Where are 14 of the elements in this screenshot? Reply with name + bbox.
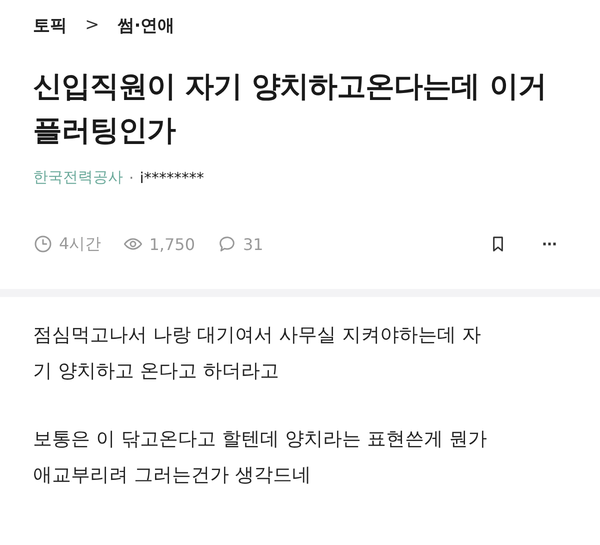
- clock-icon: [33, 234, 53, 254]
- comment-icon: [217, 234, 237, 254]
- separator-dot: ·: [129, 168, 134, 186]
- post-paragraph: 보통은 이 닦고온다고 할텐데 양치라는 표현쓴게 뭔가 애교부리려 그러는건가 생각드네: [33, 427, 488, 488]
- comment-count: 31: [243, 234, 264, 254]
- view-count: 1,750: [149, 234, 195, 254]
- more-button[interactable]: ···: [542, 234, 557, 254]
- breadcrumb-link[interactable]: 토픽: [33, 14, 67, 36]
- breadcrumb-separator: >: [85, 15, 100, 35]
- post-paragraph: 점심먹고나서 나랑 대기여서 사무실 지켜야하는데 자 기 양치하고 온다고 하더라고: [33, 323, 482, 384]
- post-title: 신입직원이 자기 양치하고온다는데 이거 플러팅인가: [33, 68, 548, 149]
- post-time: 4시간: [59, 234, 102, 254]
- author-name: i********: [140, 168, 204, 186]
- breadcrumb-link[interactable]: 썸·연애: [117, 14, 175, 36]
